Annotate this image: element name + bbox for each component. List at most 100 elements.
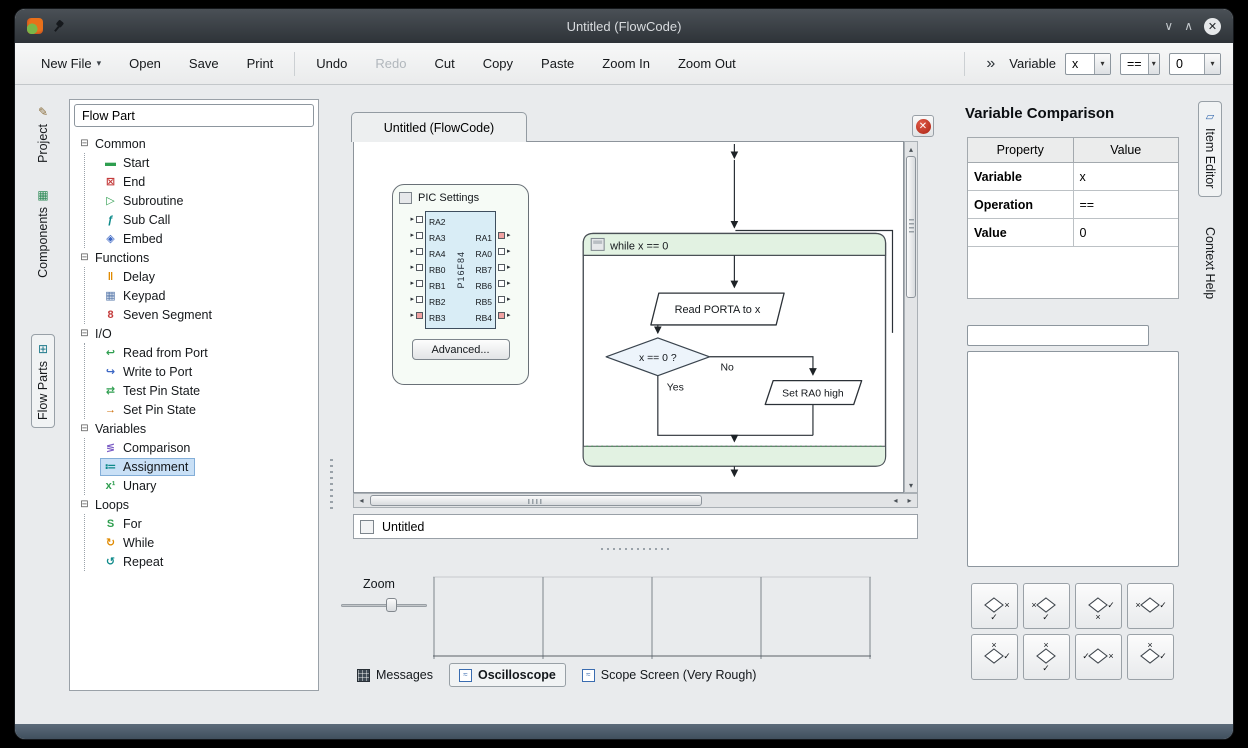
tree-item-seven-segment[interactable]: 8Seven Segment [85, 305, 318, 324]
tab-project[interactable]: ✎Project [31, 97, 55, 171]
comparison-style-button-7[interactable]: ×✓ [1075, 634, 1122, 680]
comparison-style-button-6[interactable]: ×✓ [1023, 634, 1070, 680]
macro-page-icon[interactable] [360, 520, 374, 534]
pic-settings-panel[interactable]: PIC Settings ▸▸▸▸▸▸▸ RA2RA3RA4RB0RB1RB2R… [392, 184, 529, 385]
tree-item-repeat[interactable]: ↺Repeat [85, 552, 318, 571]
tree-item-end[interactable]: ⊠End [85, 172, 318, 191]
comparison-style-button-1[interactable]: ×✓ [971, 583, 1018, 629]
tree-header[interactable]: Flow Part [74, 104, 314, 127]
canvas-vertical-scrollbar[interactable]: ▴ ▾ [904, 141, 918, 493]
close-document-button[interactable]: ✕ [912, 115, 934, 137]
save-button[interactable]: Save [175, 50, 233, 77]
tree-group-i-o[interactable]: ⊟I/O [79, 324, 318, 343]
pin-icon[interactable] [48, 16, 68, 36]
zoom-slider[interactable] [341, 597, 427, 613]
canvas-horizontal-scrollbar[interactable]: ◂ ◂ ▸ [353, 493, 918, 508]
copy-button[interactable]: Copy [469, 50, 527, 77]
property-row-value[interactable]: Value0 [968, 219, 1178, 247]
print-button[interactable]: Print [233, 50, 288, 77]
bottom-splitter-grip[interactable] [353, 546, 918, 552]
tree-group-common[interactable]: ⊟Common [79, 134, 318, 153]
tab-item-editor[interactable]: ▱Item Editor [1198, 101, 1222, 197]
horizontal-scroll-thumb[interactable] [370, 495, 702, 506]
variable-name-dropdown-icon[interactable]: ▾ [1094, 54, 1110, 74]
while-handle-icon[interactable] [591, 238, 604, 250]
tree-group-loops[interactable]: ⊟Loops [79, 495, 318, 514]
title-bar[interactable]: Untitled (FlowCode) ∨ ∧ ✕ [15, 9, 1233, 43]
scroll-left-end-icon[interactable]: ◂ [889, 495, 902, 506]
tree-expander-icon[interactable]: ⊟ [79, 423, 90, 434]
window-maximize-icon[interactable]: ∧ [1184, 20, 1193, 32]
zoom-out-button[interactable]: Zoom Out [664, 50, 750, 77]
cut-button[interactable]: Cut [420, 50, 468, 77]
operation-dropdown-icon[interactable]: ▾ [1148, 54, 1159, 74]
tree-item-assignment[interactable]: ≔Assignment [85, 457, 318, 476]
advanced-button[interactable]: Advanced... [412, 339, 510, 360]
tree-expander-icon[interactable]: ⊟ [79, 252, 90, 263]
undo-button[interactable]: Undo [302, 50, 361, 77]
tree-item-keypad[interactable]: ▦Keypad [85, 286, 318, 305]
tree-item-start[interactable]: ▬Start [85, 153, 318, 172]
open-button[interactable]: Open [115, 50, 175, 77]
panel-splitter-grip[interactable] [330, 459, 333, 511]
value-column-header[interactable]: Value [1074, 138, 1179, 162]
scroll-right-icon[interactable]: ▸ [903, 495, 916, 506]
flowchart-page[interactable]: while x == 0 Read PORTA to x [353, 141, 904, 493]
property-row-operation[interactable]: Operation== [968, 191, 1178, 219]
scroll-left-icon[interactable]: ◂ [355, 495, 368, 506]
property-value-cell[interactable]: x [1074, 163, 1179, 190]
tab-flow-parts[interactable]: ⊞Flow Parts [31, 334, 55, 428]
tab-components[interactable]: ▦Components [31, 180, 55, 286]
tab-messages[interactable]: Messages [347, 663, 443, 687]
tree-item-subroutine[interactable]: ▷Subroutine [85, 191, 318, 210]
property-row-variable[interactable]: Variablex [968, 163, 1178, 191]
tree-group-variables[interactable]: ⊟Variables [79, 419, 318, 438]
comparison-style-button-4[interactable]: ×✓ [1127, 583, 1174, 629]
scroll-up-icon[interactable]: ▴ [905, 143, 917, 155]
comparison-style-button-5[interactable]: ×✓ [971, 634, 1018, 680]
tab-context-help[interactable]: Context Help [1198, 218, 1222, 308]
item-editor-listbox[interactable] [967, 351, 1179, 567]
operation-combo[interactable]: == ▾ [1120, 53, 1160, 75]
tree-item-sub-call[interactable]: ƒSub Call [85, 210, 318, 229]
window-close-icon[interactable]: ✕ [1204, 18, 1221, 35]
tree-item-while[interactable]: ↻While [85, 533, 318, 552]
toolbar-overflow-icon[interactable]: » [981, 55, 1000, 73]
scroll-down-icon[interactable]: ▾ [905, 479, 917, 491]
paste-button[interactable]: Paste [527, 50, 588, 77]
document-tab[interactable]: Untitled (FlowCode) [351, 112, 527, 142]
property-value-cell[interactable]: 0 [1074, 219, 1179, 246]
variable-name-combo[interactable]: x ▾ [1065, 53, 1111, 75]
tab-scope-screen-very-rough[interactable]: ≈Scope Screen (Very Rough) [572, 663, 767, 687]
tree-expander-icon[interactable]: ⊟ [79, 328, 90, 339]
comparison-style-button-8[interactable]: ×✓ [1127, 634, 1174, 680]
tree-item-set-pin-state[interactable]: →Set Pin State [85, 400, 318, 419]
property-column-header[interactable]: Property [968, 138, 1074, 162]
zoom-slider-track[interactable] [341, 604, 427, 607]
tree-group-functions[interactable]: ⊟Functions [79, 248, 318, 267]
tree-item-delay[interactable]: ‖Delay [85, 267, 318, 286]
vertical-scroll-thumb[interactable] [906, 156, 916, 298]
tree-item-test-pin-state[interactable]: ⇄Test Pin State [85, 381, 318, 400]
tab-oscilloscope[interactable]: ≈Oscilloscope [449, 663, 566, 687]
tree-item-unary[interactable]: x¹Unary [85, 476, 318, 495]
pic-settings-handle-icon[interactable] [399, 192, 412, 204]
tree-expander-icon[interactable]: ⊟ [79, 138, 90, 149]
value-dropdown-icon[interactable]: ▾ [1204, 54, 1220, 74]
read-porta-shape[interactable]: Read PORTA to x [651, 293, 784, 325]
new-file-button[interactable]: New File▾ [27, 50, 115, 77]
tree-expander-icon[interactable]: ⊟ [79, 499, 90, 510]
value-combo[interactable]: 0 ▾ [1169, 53, 1221, 75]
comparison-style-button-3[interactable]: ×✓ [1075, 583, 1122, 629]
window-shade-icon[interactable]: ∨ [1164, 20, 1173, 32]
macro-bar[interactable]: Untitled [353, 514, 918, 539]
comparison-style-button-2[interactable]: ×✓ [1023, 583, 1070, 629]
zoom-in-button[interactable]: Zoom In [588, 50, 664, 77]
set-ra0-shape[interactable]: Set RA0 high [765, 381, 861, 405]
tree-item-for[interactable]: SFor [85, 514, 318, 533]
expression-input[interactable] [967, 325, 1149, 346]
tree-item-embed[interactable]: ◈Embed [85, 229, 318, 248]
tree-item-write-to-port[interactable]: ↪Write to Port [85, 362, 318, 381]
tree-item-comparison[interactable]: ≶Comparison [85, 438, 318, 457]
tree-item-read-from-port[interactable]: ↩Read from Port [85, 343, 318, 362]
